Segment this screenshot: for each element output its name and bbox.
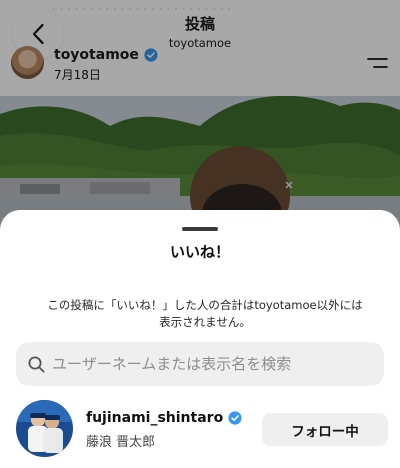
verified-badge-icon — [228, 411, 242, 425]
sheet-drag-handle[interactable] — [182, 227, 218, 231]
list-item[interactable]: fujinami_shintaro 藤浪 晋太郎 フォロー中 — [0, 398, 400, 460]
user-username: fujinami_shintaro — [86, 410, 224, 426]
search-icon — [28, 356, 45, 373]
likes-privacy-note: この投稿に「いいね！」した人の合計はtoyotamoe以外には表示されません。 — [47, 298, 363, 329]
avatar[interactable] — [16, 400, 73, 457]
following-button[interactable]: フォロー中 — [262, 413, 388, 446]
sheet-title: いいね！ — [169, 243, 230, 261]
user-username-line[interactable]: fujinami_shintaro — [86, 410, 242, 426]
search-bar[interactable] — [16, 342, 384, 386]
likes-sheet: いいね！ この投稿に「いいね！」した人の合計はtoyotamoe以外には表示され… — [0, 210, 400, 468]
search-input[interactable] — [52, 342, 384, 386]
user-display-name: 藤浪 晋太郎 — [86, 435, 156, 450]
